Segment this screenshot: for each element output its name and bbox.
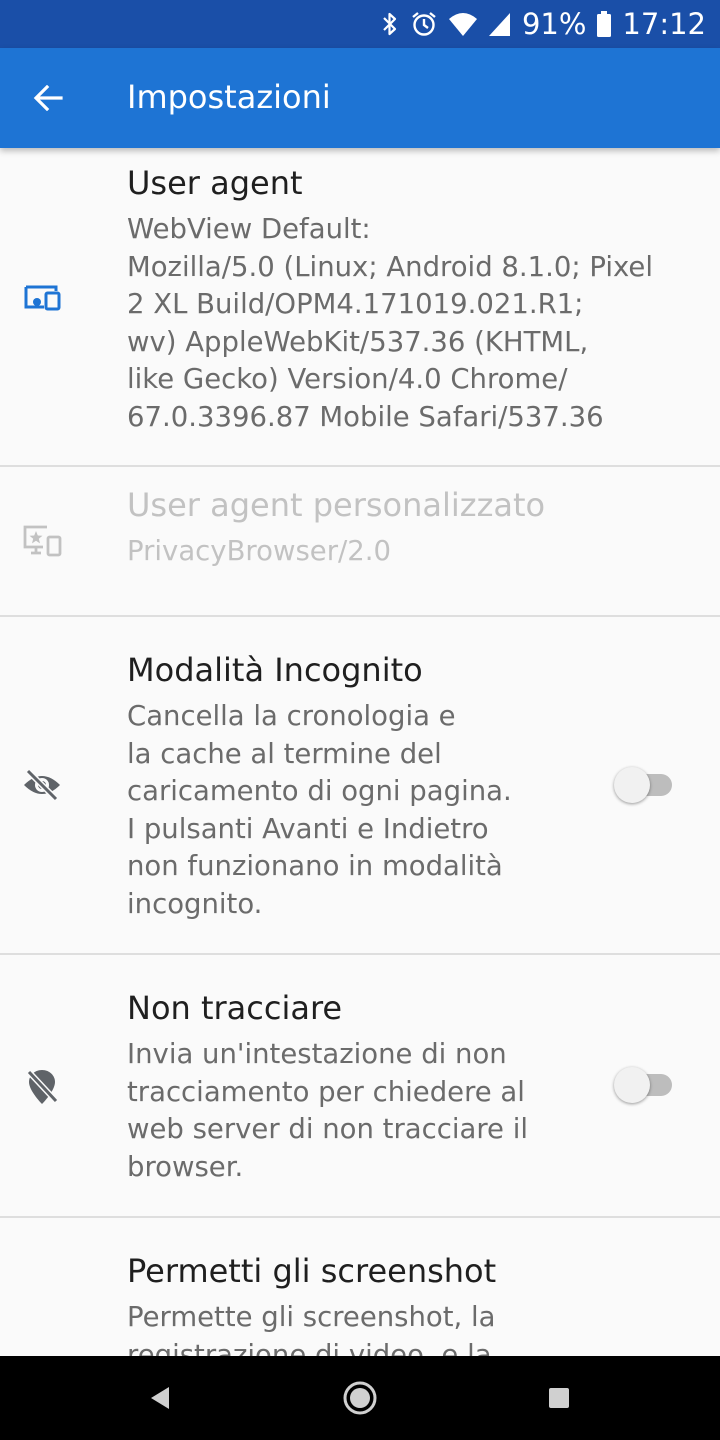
pref-summary: Cancella la cronologia e la cache al ter… [127, 700, 512, 920]
nav-back-icon [151, 1387, 169, 1409]
pref-allow-screenshots[interactable]: Permetti gli screenshot Permette gli scr… [0, 1218, 720, 1356]
pref-do-not-track[interactable]: Non tracciare Invia un'intestazione di n… [0, 955, 720, 1218]
do-not-track-toggle[interactable] [614, 1065, 674, 1105]
switch-thumb [614, 767, 650, 803]
nav-home-icon [343, 1381, 377, 1415]
pref-title: Non tracciare [127, 989, 343, 1027]
pref-title: Modalità Incognito [127, 651, 423, 689]
custom-user-agent-icon [20, 519, 64, 563]
cell-signal-icon [488, 11, 512, 37]
pref-incognito-mode[interactable]: Modalità Incognito Cancella la cronologi… [0, 617, 720, 955]
battery-percentage: 91% [521, 7, 587, 41]
pref-summary: WebView Default: Mozilla/5.0 (Linux; And… [127, 213, 653, 433]
back-button[interactable] [20, 74, 76, 122]
pref-summary: PrivacyBrowser/2.0 [127, 535, 392, 567]
incognito-toggle[interactable] [614, 765, 674, 805]
nav-recents-icon [549, 1388, 569, 1408]
nav-recents-button[interactable] [535, 1374, 583, 1422]
preferences-list[interactable]: User agent WebView Default: Mozilla/5.0 … [0, 148, 720, 1356]
status-bar: 91% 17:12 [0, 0, 720, 48]
battery-icon [596, 10, 612, 38]
devices-icon [20, 276, 64, 320]
pref-title: User agent personalizzato [127, 486, 546, 524]
pref-title: Permetti gli screenshot [127, 1252, 497, 1290]
wifi-icon [448, 11, 478, 37]
pref-title: User agent [127, 164, 303, 202]
nav-back-button[interactable] [136, 1374, 184, 1422]
bluetooth-icon [380, 10, 400, 38]
clock: 17:12 [622, 7, 706, 41]
location-off-icon [20, 1065, 64, 1109]
eye-off-icon [20, 763, 64, 807]
switch-thumb [614, 1067, 650, 1103]
arrow-back-icon [33, 85, 63, 111]
page-title: Impostazioni [127, 78, 331, 116]
status-icons: 91% 17:12 [380, 0, 706, 48]
alarm-icon [410, 10, 438, 38]
pref-user-agent[interactable]: User agent WebView Default: Mozilla/5.0 … [0, 148, 720, 467]
pref-custom-user-agent: User agent personalizzato PrivacyBrowser… [0, 467, 720, 617]
app-toolbar: Impostazioni [0, 48, 720, 148]
pref-summary: Invia un'intestazione di non tracciament… [127, 1038, 528, 1183]
nav-home-button[interactable] [336, 1374, 384, 1422]
navigation-bar [0, 1356, 720, 1440]
pref-summary: Permette gli screenshot, la registrazion… [127, 1301, 496, 1356]
